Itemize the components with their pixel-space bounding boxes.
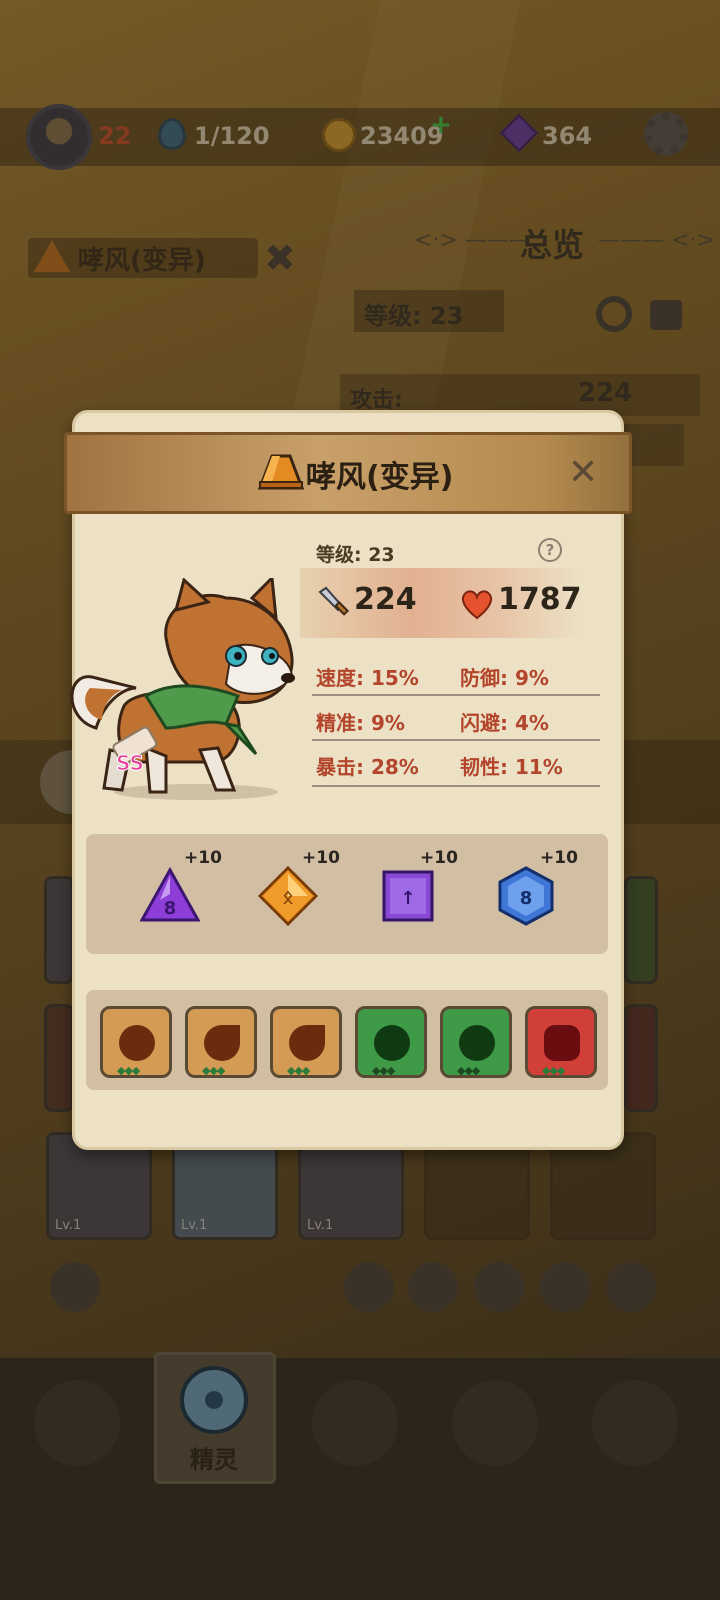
earth-orb-skill-icon[interactable]: ◆◆◆ (100, 1006, 172, 1078)
attr-accuracy: 精准: 9% (316, 711, 405, 735)
gem-level: +10 (184, 848, 222, 868)
skill-glyph (374, 1025, 410, 1061)
square-gem-icon[interactable]: ↑ (378, 866, 438, 926)
skill-glyph (289, 1025, 325, 1061)
gem-symbol: 8 (520, 888, 533, 909)
earth-element-cone-icon (258, 454, 304, 490)
wind-burst-skill-icon[interactable]: ◆◆◆ (440, 1006, 512, 1078)
gem-level: +10 (302, 848, 340, 868)
attr-speed: 速度: 15% (316, 666, 419, 690)
skill-rank-dots: ◆◆◆ (287, 1064, 310, 1077)
gem-level: +10 (420, 848, 458, 868)
divider (312, 739, 600, 741)
close-icon[interactable]: ✕ (568, 452, 598, 493)
wind-burst-skill-icon[interactable]: ◆◆◆ (355, 1006, 427, 1078)
skill-glyph (544, 1025, 580, 1061)
skill-rank-dots: ◆◆◆ (542, 1064, 565, 1077)
gem-symbol: 8 (164, 898, 177, 919)
fang-bite-skill-icon[interactable]: ◆◆◆ (525, 1006, 597, 1078)
hexagon-gem-icon[interactable]: 8 (496, 866, 556, 926)
sword-attack-icon (318, 586, 350, 616)
husky-spirit-portrait: SS (70, 578, 295, 800)
earth-leaf-skill-icon[interactable]: ◆◆◆ (185, 1006, 257, 1078)
skill-rank-dots: ◆◆◆ (117, 1064, 140, 1077)
attr-defense: 防御: 9% (460, 666, 549, 690)
modal-title: 哮风(变异) (306, 460, 454, 495)
hp-value: 1787 (498, 582, 582, 617)
triangle-gem-icon[interactable]: 8 (140, 866, 200, 926)
skill-glyph (119, 1025, 155, 1061)
gem-level: +10 (540, 848, 578, 868)
earth-leaf-skill-icon[interactable]: ◆◆◆ (270, 1006, 342, 1078)
skill-rank-dots: ◆◆◆ (457, 1064, 480, 1077)
skill-rank-dots: ◆◆◆ (372, 1064, 395, 1077)
diamond-gem-icon[interactable]: ᛟ (258, 866, 318, 926)
gem-symbol: ↑ (400, 888, 415, 909)
attr-evasion: 闪避: 4% (460, 711, 549, 735)
divider (312, 694, 600, 696)
gem-symbol: ᛟ (283, 887, 294, 908)
attack-value: 224 (354, 582, 417, 617)
attr-toughness: 韧性: 11% (460, 755, 563, 779)
modal-level: 等级: 23 (316, 544, 395, 566)
skill-glyph (459, 1025, 495, 1061)
help-question-icon[interactable]: ? (538, 538, 562, 562)
rank-badge-ss: SS (116, 751, 144, 775)
skill-glyph (204, 1025, 240, 1061)
attr-crit: 暴击: 28% (316, 755, 419, 779)
divider (312, 785, 600, 787)
heart-hp-icon (461, 590, 493, 620)
skill-rank-dots: ◆◆◆ (202, 1064, 225, 1077)
